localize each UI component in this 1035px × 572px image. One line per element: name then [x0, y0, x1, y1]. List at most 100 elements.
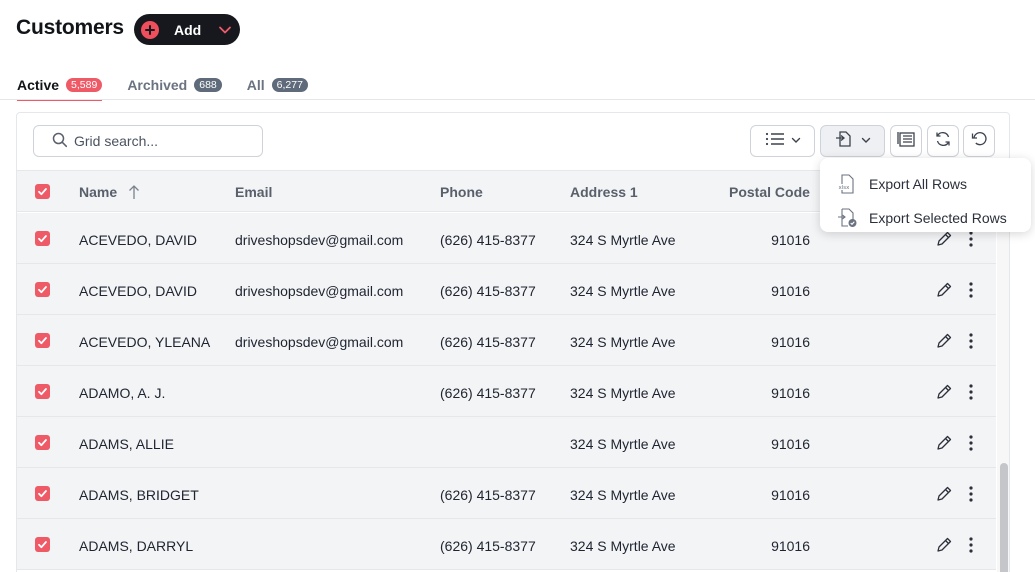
table-row[interactable]: ADAMS, BRIDGET (626) 415-8377 324 S Myrtle… [17, 468, 996, 519]
scrollbar-thumb[interactable] [1000, 463, 1008, 572]
cell-name: ACEVEDO, YLEANA [79, 334, 211, 350]
refresh-icon [934, 130, 952, 153]
tab-all[interactable]: All 6,277 [247, 70, 308, 100]
cell-email: driveshopsdev@gmail.com [235, 283, 404, 299]
cell-email: driveshopsdev@gmail.com [235, 334, 404, 350]
export-button[interactable] [820, 125, 885, 157]
table-layout-icon [897, 131, 915, 152]
cell-phone: (626) 415-8377 [440, 283, 536, 299]
export-selected-rows-item[interactable]: Export Selected Rows [820, 200, 1031, 234]
cell-address1: 324 S Myrtle Ave [570, 487, 676, 503]
export-all-rows-item[interactable]: xlsx Export All Rows [820, 166, 1031, 200]
undo-icon [970, 130, 988, 153]
cell-address1: 324 S Myrtle Ave [570, 538, 676, 554]
cell-name: ADAMS, DARRYL [79, 538, 194, 554]
table-row[interactable]: ACEVEDO, DAVID driveshopsdev@gmail.com (62… [17, 264, 996, 315]
more-options-icon[interactable] [965, 484, 977, 509]
cell-phone: (626) 415-8377 [440, 385, 536, 401]
pencil-icon[interactable] [934, 382, 954, 407]
plus-icon [141, 20, 159, 39]
tab-label: Archived [127, 77, 188, 93]
chevron-down-icon[interactable] [218, 23, 232, 42]
more-options-icon[interactable] [965, 535, 977, 560]
column-header-name[interactable]: Name [79, 184, 117, 200]
cell-name: ADAMS, ALLIE [79, 436, 174, 452]
select-all-checkbox[interactable] [35, 184, 50, 199]
table-row[interactable]: ACEVEDO, YLEANA driveshopsdev@gmail.com (6… [17, 315, 996, 366]
more-options-icon[interactable] [965, 280, 977, 305]
row-checkbox[interactable] [35, 486, 50, 501]
search-input[interactable] [74, 133, 254, 149]
svg-text:xlsx: xlsx [839, 185, 851, 191]
pencil-icon[interactable] [934, 280, 954, 305]
cell-phone: (626) 415-8377 [440, 334, 536, 350]
table-row[interactable]: ADAMS, ALLIE 324 S Myrtle Ave 91016 [17, 417, 996, 468]
cell-postal-code: 91016 [771, 436, 810, 452]
export-file-icon [835, 130, 853, 153]
column-header-address1[interactable]: Address 1 [570, 184, 638, 200]
cell-postal-code: 91016 [771, 538, 810, 554]
row-checkbox[interactable] [35, 282, 50, 297]
cell-address1: 324 S Myrtle Ave [570, 436, 676, 452]
pencil-icon[interactable] [934, 331, 954, 356]
cell-address1: 324 S Myrtle Ave [570, 334, 676, 350]
cell-postal-code: 91016 [771, 283, 810, 299]
table-row[interactable]: ADAMO, A. J. (626) 415-8377 324 S Myrtle A… [17, 366, 996, 417]
grid-rows: ACEVEDO, DAVID driveshopsdev@gmail.com (62… [17, 213, 996, 570]
row-checkbox[interactable] [35, 537, 50, 552]
page-title: Customers [16, 16, 124, 39]
row-checkbox[interactable] [35, 333, 50, 348]
add-button-label: Add [174, 21, 202, 38]
cell-address1: 324 S Myrtle Ave [570, 232, 676, 248]
more-options-icon[interactable] [965, 331, 977, 356]
pencil-icon[interactable] [934, 433, 954, 458]
row-checkbox[interactable] [35, 384, 50, 399]
list-icon [765, 131, 785, 152]
add-button[interactable]: Add [134, 14, 240, 45]
chevron-down-icon [861, 132, 871, 150]
tabs-divider [0, 99, 1035, 100]
more-options-icon[interactable] [965, 382, 977, 407]
pencil-icon[interactable] [934, 484, 954, 509]
cell-postal-code: 91016 [771, 487, 810, 503]
export-menu: xlsx Export All Rows Export Selected Row… [820, 158, 1031, 232]
column-header-email[interactable]: Email [235, 184, 272, 200]
sort-ascending-icon[interactable] [128, 184, 140, 205]
tab-label: All [246, 77, 265, 93]
cell-address1: 324 S Myrtle Ave [570, 283, 676, 299]
row-checkbox[interactable] [35, 231, 50, 246]
count-badge: 5,589 [66, 78, 103, 92]
menu-item-label: Export Selected Rows [869, 210, 1007, 226]
grid-search[interactable] [33, 125, 263, 157]
reset-button[interactable] [963, 125, 995, 157]
cell-email: driveshopsdev@gmail.com [235, 232, 404, 248]
row-checkbox[interactable] [35, 435, 50, 450]
cell-postal-code: 91016 [771, 334, 810, 350]
cell-name: ACEVEDO, DAVID [79, 232, 197, 248]
refresh-button[interactable] [927, 125, 959, 157]
table-row[interactable]: ADAMS, DARRYL (626) 415-8377 324 S Myrtle … [17, 519, 996, 570]
cell-phone: (626) 415-8377 [440, 232, 536, 248]
export-selected-icon [838, 208, 858, 233]
search-icon [52, 132, 68, 153]
cell-phone: (626) 415-8377 [440, 538, 536, 554]
layout-button[interactable] [890, 125, 922, 157]
count-badge: 688 [194, 78, 222, 92]
tab-active[interactable]: Active 5,589 [17, 70, 103, 101]
column-header-postal-code[interactable]: Postal Code [729, 184, 810, 200]
cell-address1: 324 S Myrtle Ave [570, 385, 676, 401]
chevron-down-icon [791, 132, 801, 150]
cell-phone: (626) 415-8377 [440, 487, 536, 503]
xlsx-file-icon: xlsx [838, 174, 856, 199]
pencil-icon[interactable] [934, 535, 954, 560]
cell-name: ADAMS, BRIDGET [79, 487, 199, 503]
cell-postal-code: 91016 [771, 232, 810, 248]
status-tabs: Active 5,589 Archived 688 All 6,277 [17, 70, 333, 101]
column-header-phone[interactable]: Phone [440, 184, 483, 200]
count-badge: 6,277 [271, 78, 308, 92]
more-options-icon[interactable] [965, 433, 977, 458]
tab-archived[interactable]: Archived 688 [127, 70, 222, 100]
cell-name: ADAMO, A. J. [79, 385, 166, 401]
column-chooser-button[interactable] [750, 125, 815, 157]
menu-item-label: Export All Rows [869, 176, 968, 192]
